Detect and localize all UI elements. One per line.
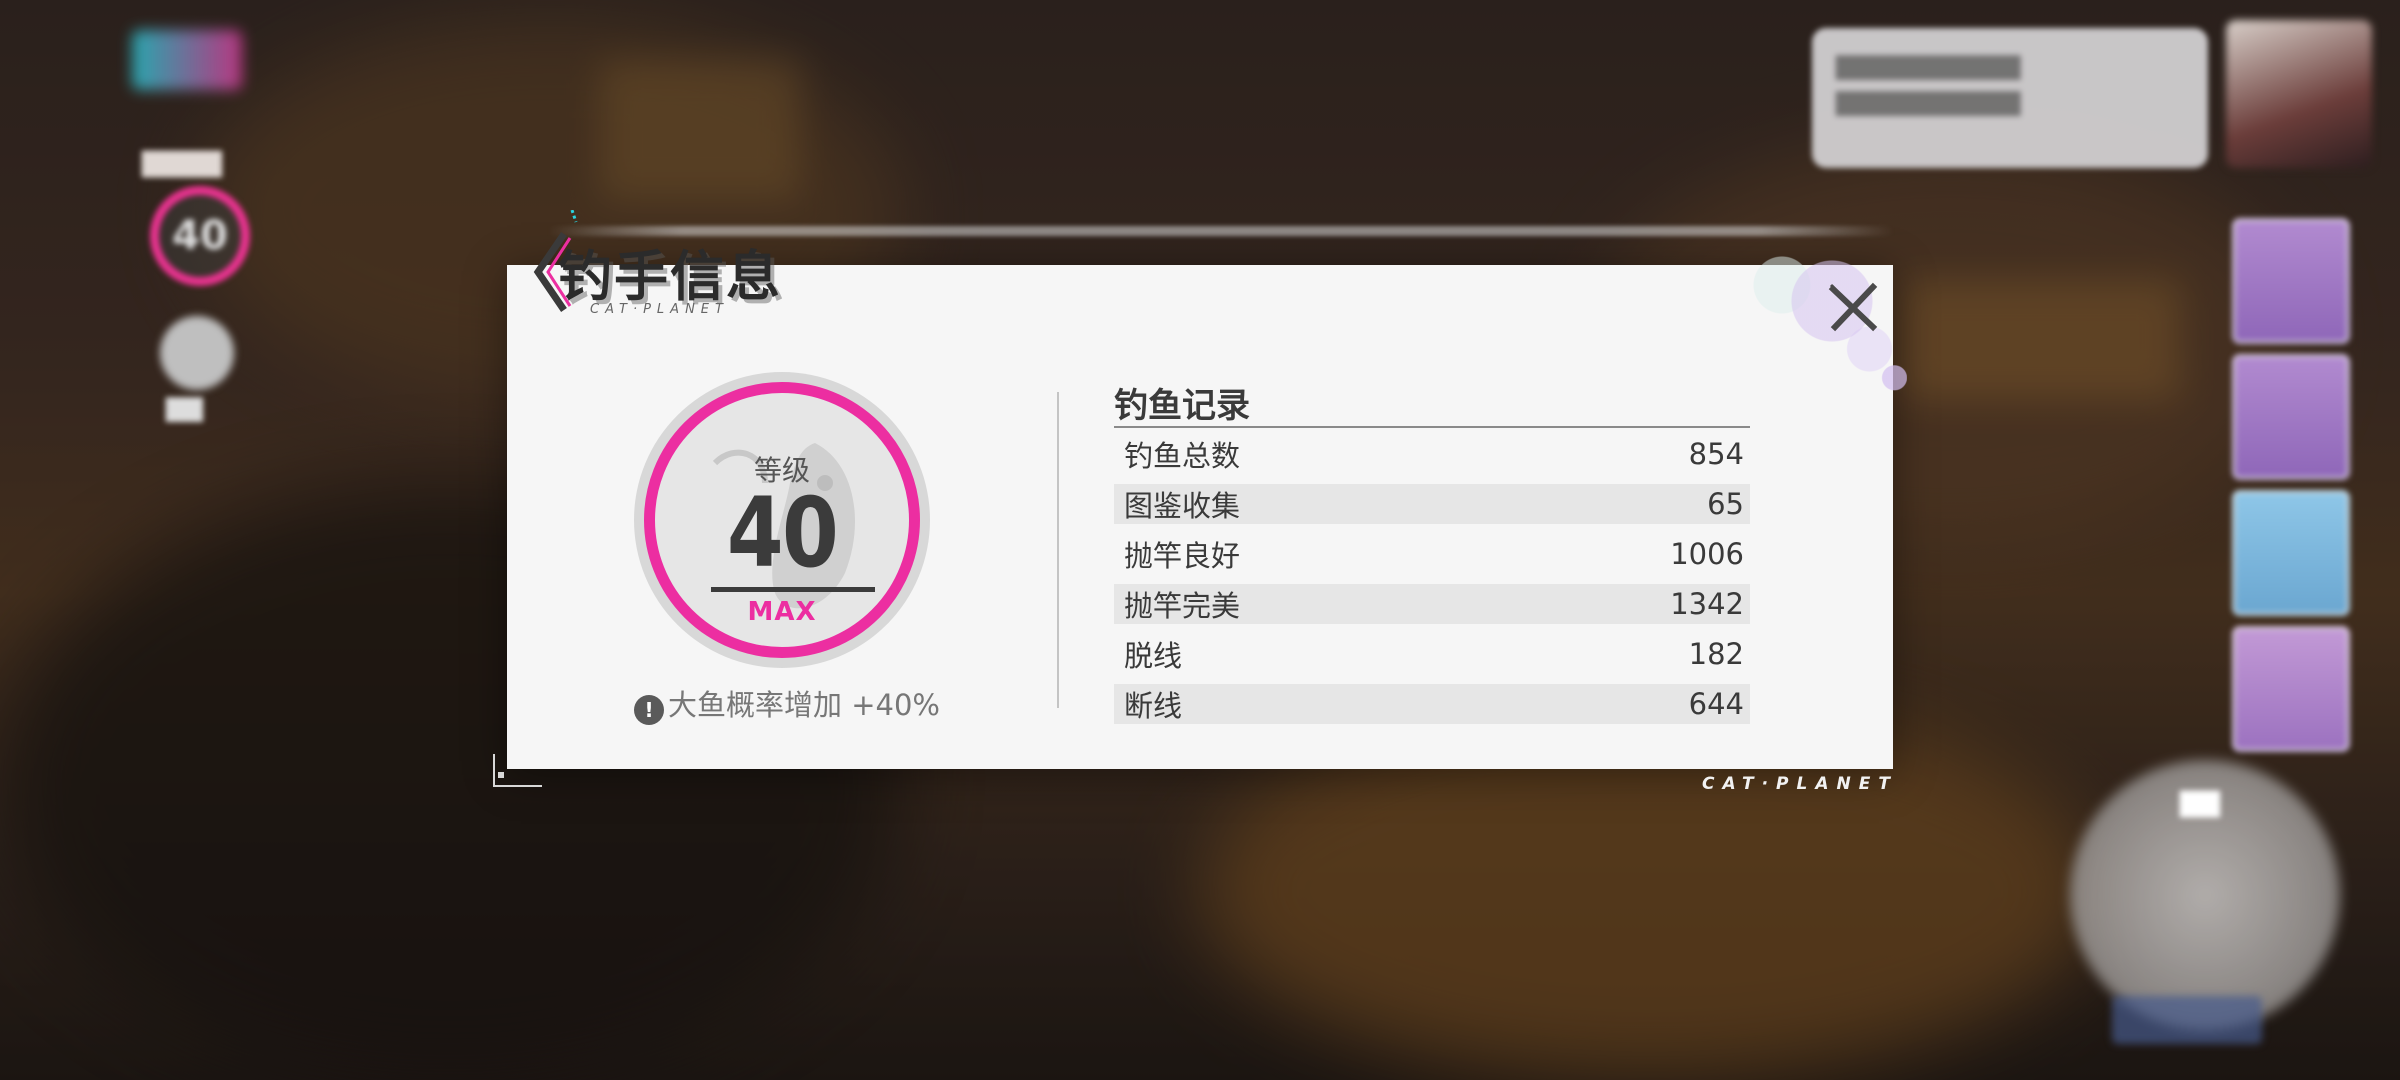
game-screen: { "colors": { "accent_pink": "#ec2ea1", …	[0, 0, 2400, 1080]
records-title: 钓鱼记录	[1114, 386, 1250, 426]
record-label: 图鉴收集	[1124, 489, 1241, 523]
dialog-subtitle: CAT·PLANET	[590, 302, 729, 317]
bonus-line: ! 大鱼概率增加 +40%	[634, 682, 940, 725]
character-avatar[interactable]	[2226, 20, 2372, 168]
record-row-perfect-cast: 抛竿完美 1342	[1114, 584, 1750, 624]
record-row-total-catch: 钓鱼总数 854	[1114, 434, 1750, 474]
section-divider	[1057, 392, 1059, 708]
cast-button-label: ▇▇	[2180, 788, 2220, 818]
record-value: 644	[1688, 687, 1744, 721]
bait-slot[interactable]	[2232, 490, 2350, 616]
record-row-unhooked: 脱线 182	[1114, 634, 1750, 674]
hud-globe-label: ▇▇	[166, 394, 203, 422]
buff-tooltip: ▇▇▇▇▇▇▇▇▇▇ ▇▇▇▇▇▇▇▇▇▇	[1812, 28, 2208, 168]
record-label: 抛竿完美	[1124, 589, 1241, 623]
record-row-good-cast: 抛竿良好 1006	[1114, 534, 1750, 574]
hud-level-button[interactable]: 40	[150, 186, 250, 286]
record-value: 182	[1688, 637, 1744, 671]
record-label: 断线	[1124, 689, 1183, 723]
records-list: 钓鱼总数 854 图鉴收集 65 抛竿良好 1006 抛竿完美 1342 脱线 …	[1114, 434, 1750, 734]
level-max-label: MAX	[747, 597, 817, 627]
rod-slot[interactable]	[2232, 218, 2350, 344]
level-ring: 等级 40 MAX	[644, 382, 920, 658]
record-value: 65	[1707, 487, 1744, 521]
game-logo	[132, 30, 242, 90]
level-badge: 等级 40 MAX	[634, 372, 930, 668]
record-value: 854	[1688, 437, 1744, 471]
exclamation-icon: !	[634, 695, 664, 725]
level-progress-bar	[711, 587, 875, 592]
record-label: 抛竿良好	[1124, 539, 1241, 573]
close-icon	[1828, 282, 1878, 332]
record-value: 1342	[1670, 587, 1744, 621]
bag-button[interactable]	[2112, 996, 2262, 1044]
reel-slot[interactable]	[2232, 354, 2350, 480]
record-row-line-break: 断线 644	[1114, 684, 1750, 724]
record-label: 钓鱼总数	[1124, 439, 1241, 473]
globe-icon[interactable]	[160, 316, 234, 390]
footer-brand: CAT·PLANET	[1702, 774, 1898, 794]
record-label: 脱线	[1124, 639, 1183, 673]
item-slot[interactable]	[2232, 626, 2350, 752]
record-value: 1006	[1670, 537, 1744, 571]
close-button[interactable]	[1823, 277, 1883, 337]
hud-title-label: ▇▇▇▇	[142, 148, 222, 178]
records-title-rule	[1114, 426, 1750, 428]
dialog-title: 钓手信息	[558, 245, 782, 308]
level-value: 40	[726, 477, 839, 589]
record-row-collection: 图鉴收集 65	[1114, 484, 1750, 524]
corner-bracket-icon	[493, 754, 542, 787]
bonus-text: 大鱼概率增加 +40%	[668, 688, 940, 722]
